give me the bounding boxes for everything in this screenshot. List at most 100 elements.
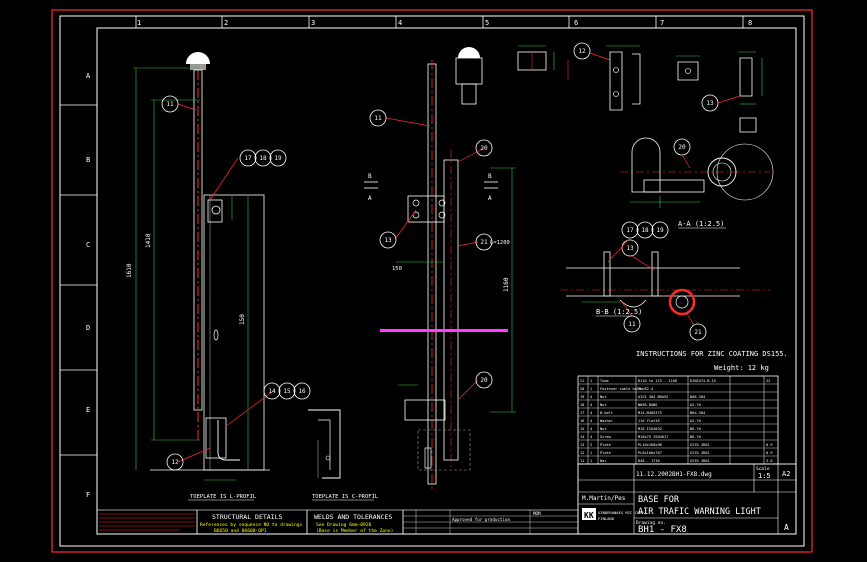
grid-row-e: E xyxy=(86,406,90,414)
callout-13-section: 13 xyxy=(626,245,634,252)
parts-cell: 0.9 xyxy=(766,443,773,447)
callout-18-section: 18 xyxy=(641,227,649,234)
parts-cell: 22 xyxy=(766,379,770,383)
dim-bar-length: 1410 xyxy=(145,233,152,248)
callout-11-section: 11 xyxy=(628,321,636,328)
parts-cell: B-bolt xyxy=(600,411,613,415)
parts-cell: BA6.304 xyxy=(690,395,705,399)
callout-14: 14 xyxy=(268,388,276,395)
callout-11-left: 11 xyxy=(166,101,174,108)
parts-cell: B6a.304 xyxy=(690,411,705,415)
parts-cell: S235 JRG2 xyxy=(690,459,709,463)
section-a-a-caption: A-A (1:2.5) xyxy=(678,220,724,228)
parts-cell: 4 xyxy=(590,435,592,439)
section-mark-b-right: B xyxy=(488,173,492,180)
title-sheet-size: A2 xyxy=(782,470,790,478)
callout-20-section: 20 xyxy=(678,144,686,151)
callout-12-left: 12 xyxy=(171,459,179,466)
title-line-1: BASE FOR xyxy=(638,495,680,505)
callout-13-detail: 13 xyxy=(706,100,714,107)
section-mark-b-left: B xyxy=(368,173,372,180)
welds-line-1: See Drawing 6mm-0920 xyxy=(316,522,372,528)
structural-details-line-1: References by sequence NO to drawings xyxy=(200,522,303,528)
callout-17-left: 17 xyxy=(244,155,252,162)
revision-letter: A xyxy=(784,523,789,532)
parts-cell: S235 JRG2 xyxy=(690,451,709,455)
parts-cell: Tube xyxy=(600,379,609,383)
grid-row-c: C xyxy=(86,241,90,249)
callout-20-lower: 20 xyxy=(480,377,488,384)
parts-cell: 21 xyxy=(580,379,584,383)
section-b-b-caption: B-B (1:2.5) xyxy=(596,308,642,316)
title-scale: 1:5 xyxy=(758,472,771,480)
grid-col-2: 2 xyxy=(224,19,228,27)
callout-17-section: 17 xyxy=(626,227,634,234)
parts-cell: 17 xyxy=(580,411,584,415)
parts-cell: 1 xyxy=(590,379,592,383)
parts-cell: M16x75 ISO4017 xyxy=(638,435,668,439)
title-filename: BH1-FX8.dwg xyxy=(672,471,712,478)
parts-cell: 4 xyxy=(590,395,592,399)
revision-code: MOM xyxy=(533,511,541,516)
parts-cell: Nut xyxy=(600,427,607,431)
drawing-number: BH1 - FX8 xyxy=(638,525,687,535)
callout-21-section: 21 xyxy=(694,329,702,336)
welds-line-2: (Base is Member of the Zone) xyxy=(316,528,393,534)
grid-col-6: 6 xyxy=(574,19,578,27)
zinc-mask-band xyxy=(380,329,508,332)
title-author: M.Martin/Pes xyxy=(582,495,626,502)
parts-cell: 14 xyxy=(580,435,584,439)
instructions-note: INSTRUCTIONS FOR ZINC COATING DS155. xyxy=(636,350,788,358)
company-country: FINLAND xyxy=(598,516,615,521)
section-mark-a-right: A xyxy=(488,195,492,202)
parts-cell: NW30-BANS xyxy=(638,403,657,407)
dim-l1200: L=1200 xyxy=(490,240,510,246)
callout-13-mid: 13 xyxy=(384,237,392,244)
grid-row-d: D xyxy=(86,324,90,332)
parts-cell: Nut xyxy=(600,403,607,407)
parts-cell: PL8x160x707 xyxy=(638,451,662,455)
parts-cell: 16 xyxy=(580,419,584,423)
toeplate-l-profile-caption: TOEPLATE IS L-PROFIL xyxy=(190,494,257,500)
parts-cell: PL16x160x98 xyxy=(638,443,662,447)
parts-cell: B6-70 xyxy=(690,427,701,431)
grid-row-f: F xyxy=(86,491,90,499)
parts-cell: D110 to 123 - 1100 xyxy=(638,379,677,383)
parts-cell: 4 xyxy=(590,403,592,407)
cad-drawing: 1 2 3 4 5 6 7 8 A B C D E F 1610 1410 15… xyxy=(0,0,867,562)
callout-12-detail: 12 xyxy=(578,48,586,55)
parts-cell: 15 xyxy=(580,427,584,431)
parts-cell: 2 xyxy=(590,443,592,447)
light-base xyxy=(190,64,206,70)
grid-col-5: 5 xyxy=(485,19,489,27)
section-mark-a-left: A xyxy=(368,195,372,202)
grid-col-1: 1 xyxy=(137,19,141,27)
parts-cell: 4 xyxy=(590,411,592,415)
callout-20-mid: 20 xyxy=(480,145,488,152)
parts-cell: M16 ISO4032 xyxy=(638,427,662,431)
dim-plate-height: 150 xyxy=(239,314,246,325)
parts-cell: S235 JRG2 xyxy=(690,443,709,447)
parts-cell: Plate xyxy=(600,451,611,455)
parts-cell: 19 xyxy=(580,395,584,399)
parts-cell: 1 xyxy=(590,387,592,391)
parts-cell: AISI 304 BRASS xyxy=(638,395,668,399)
company-name: VINDERANAES MIC CORP xyxy=(598,510,644,515)
parts-cell: 4 xyxy=(590,427,592,431)
grid-col-3: 3 xyxy=(311,19,315,27)
parts-cell: 0.9 xyxy=(766,451,773,455)
dim-tube-length: 1160 xyxy=(503,277,510,292)
callout-15: 15 xyxy=(283,388,291,395)
parts-cell: A2-70 xyxy=(690,419,701,423)
parts-cell: 13 xyxy=(580,443,584,447)
structural-details-title: STRUCTURAL DETAILS xyxy=(212,513,283,521)
parts-cell: 1 xyxy=(590,459,592,463)
toeplate-c-profile-caption: TOEPLATE IS C-PROFIL xyxy=(312,494,379,500)
title-line-2: AIR TRAFIC WARNING LIGHT xyxy=(638,507,761,517)
parts-cell: D48 - 1710 xyxy=(638,459,660,463)
weight-note: Weight: 12 kg xyxy=(714,364,769,372)
grid-col-8: 8 xyxy=(748,19,752,27)
parts-cell: 12 xyxy=(580,451,584,455)
dim-bracket-width: 150 xyxy=(392,266,402,272)
parts-cell: 4 xyxy=(590,419,592,423)
